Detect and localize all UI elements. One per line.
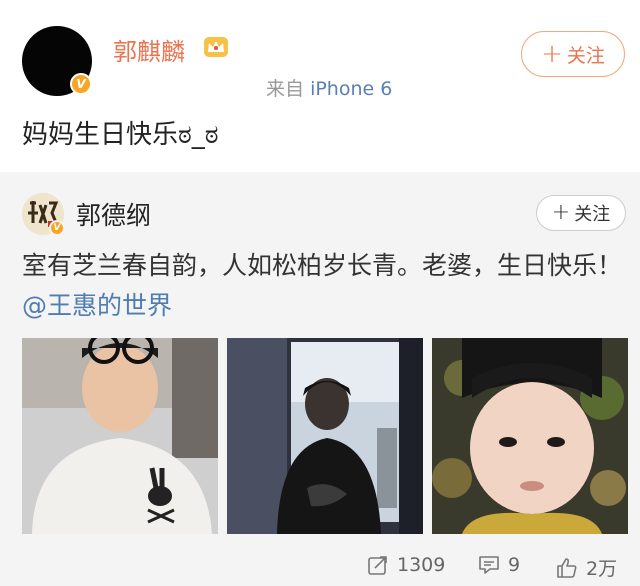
repost-text: 室有芝兰春自韵，人如松柏岁长青。老婆，生日快乐！ @王惠的世界 <box>22 246 622 326</box>
photo-woman-window[interactable] <box>227 338 423 534</box>
verified-badge-icon: V <box>70 73 92 95</box>
crown-icon <box>204 37 228 57</box>
comment-count: 9 <box>508 554 521 576</box>
plus-icon: + <box>541 39 563 69</box>
post-text: 妈妈生日快乐ಠ_ಠ <box>22 120 219 150</box>
repost-button[interactable]: 1309 <box>367 554 445 576</box>
source-device[interactable]: iPhone 6 <box>310 78 392 100</box>
reposted-content[interactable]: V 郭德纲 + 关注 室有芝兰春自韵，人如松柏岁长青。老婆，生日快乐！ @王惠的… <box>0 172 640 586</box>
verified-badge-icon: V <box>49 220 65 236</box>
repost-count: 1309 <box>397 554 446 576</box>
thumbs-up-icon <box>557 557 577 578</box>
photo-baby-image <box>432 338 628 534</box>
mention-link[interactable]: @王惠的世界 <box>22 291 172 320</box>
photo-woman-window-image <box>227 338 423 534</box>
photo-baby[interactable] <box>432 338 628 534</box>
follow-button[interactable]: + 关注 <box>521 31 625 77</box>
like-count: 2万 <box>586 558 618 580</box>
comment-button[interactable]: 9 <box>478 554 520 576</box>
post-source: 来自 iPhone 6 <box>266 74 392 101</box>
like-button[interactable]: 2万 <box>556 554 617 581</box>
photo-young-man[interactable] <box>22 338 218 534</box>
action-bar: 1309 9 2万 <box>0 546 640 586</box>
follow-label: 关注 <box>566 44 605 67</box>
photo-young-man-image <box>22 338 218 534</box>
comment-icon <box>479 556 499 574</box>
repost-follow-button[interactable]: + 关注 <box>536 195 626 231</box>
repost-username[interactable]: 郭德纲 <box>76 196 151 232</box>
source-prefix: 来自 <box>266 78 305 100</box>
username[interactable]: 郭麒麟 <box>113 32 185 67</box>
follow-label: 关注 <box>574 204 611 225</box>
share-icon <box>368 556 387 575</box>
plus-icon: + <box>551 200 571 225</box>
repost-body: 室有芝兰春自韵，人如松柏岁长青。老婆，生日快乐！ <box>22 251 623 280</box>
weibo-post: V 郭麒麟 来自 iPhone 6 + 关注 妈妈生日快乐ಠ_ಠ <box>0 0 640 172</box>
